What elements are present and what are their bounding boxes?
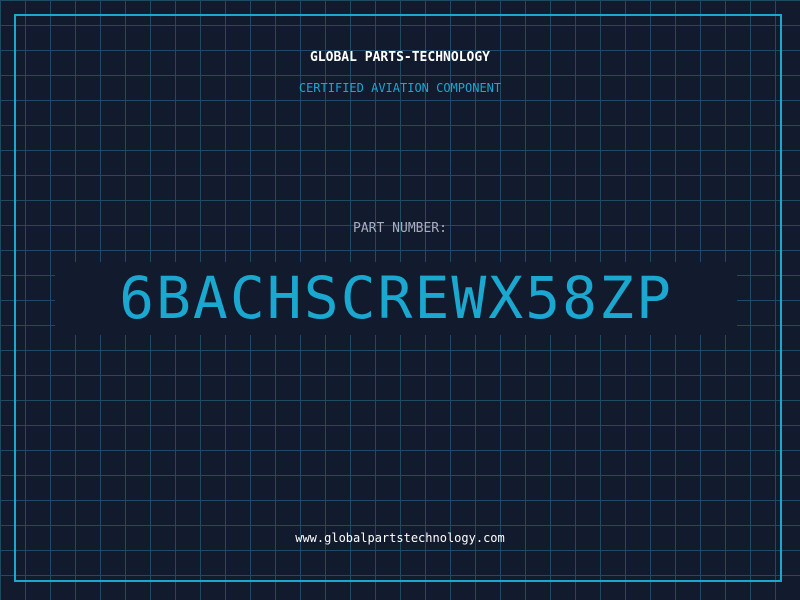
part-number-label: PART NUMBER: (353, 221, 447, 236)
part-number-value: 6BACHSCREWX58ZP (119, 264, 673, 332)
certification-subtitle: CERTIFIED AVIATION COMPONENT (298, 81, 502, 95)
company-name: GLOBAL PARTS-TECHNOLOGY (309, 50, 490, 65)
certificate-page: { "header": { "brand": "GLOBAL PARTS-TEC… (0, 0, 800, 600)
website-url: www.globalpartstechnology.com (295, 531, 505, 545)
